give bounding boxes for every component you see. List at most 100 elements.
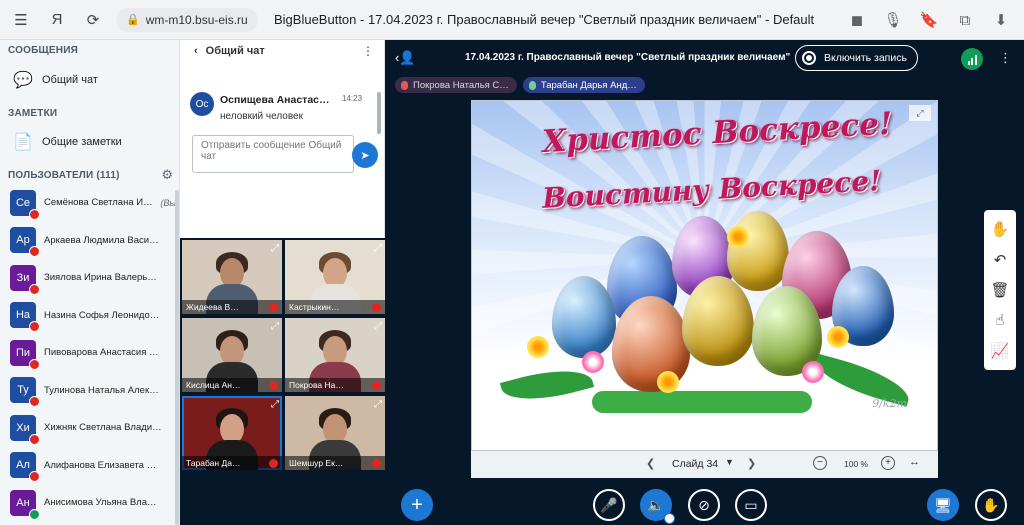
chat-input[interactable]: [192, 135, 354, 173]
user-name: Тулинова Наталья Александров…: [44, 384, 162, 396]
address-bar[interactable]: 🔒 wm-m10.bsu-eis.ru: [116, 7, 258, 32]
user-list-item[interactable]: Ар Аркаева Людмила Васильевна: [0, 222, 179, 260]
trash-icon[interactable]: 🗑: [986, 277, 1014, 303]
fullscreen-icon[interactable]: ⤢: [374, 243, 382, 254]
video-label: Тарабан Да…: [182, 456, 282, 470]
user-name: Назина Софья Леонидовна: [44, 309, 162, 321]
video-tile[interactable]: ⤢ Кастрыкин…: [285, 240, 385, 314]
user-list-panel: СООБЩЕНИЯ 💬 Общий чат ЗАМЕТКИ 📄 Общие за…: [0, 40, 180, 525]
mic-on-icon: [29, 508, 40, 520]
gear-icon[interactable]: ⚙: [161, 167, 173, 183]
screenshare-button[interactable]: ▭: [735, 489, 767, 521]
multi-user-icon[interactable]: ☝: [986, 307, 1014, 333]
more-icon[interactable]: ⋮: [999, 50, 1012, 66]
raise-hand-button[interactable]: ✋: [975, 489, 1007, 521]
page-title: BigBlueButton - 17.04.2023 г. Православн…: [274, 12, 815, 27]
fullscreen-icon[interactable]: ⤢: [374, 399, 382, 410]
microphone-icon: [401, 80, 408, 90]
talker-name: Покрова Наталья С…: [413, 79, 509, 91]
participant-name: Жидеева В…: [186, 302, 239, 312]
audio-button[interactable]: 🔈: [640, 489, 675, 524]
video-tile[interactable]: ⤢ Жидеева В…: [182, 240, 282, 314]
camera-off-icon: ⊘: [698, 496, 710, 513]
sidebar-item-shared-notes[interactable]: 📄 Общие заметки: [0, 127, 179, 157]
messages-title: СООБЩЕНИЯ: [8, 45, 78, 56]
user-name: Хижняк Светлана Владимиров…: [44, 422, 162, 434]
mic-muted-icon: [29, 321, 40, 333]
extensions-icon[interactable]: ⧉: [954, 9, 976, 31]
yandex-icon[interactable]: Я: [46, 9, 68, 31]
raise-hand-icon: ✋: [982, 496, 1000, 513]
user-list-item[interactable]: Се Семёнова Светлана Иван… (Вы): [0, 184, 179, 222]
camera-button[interactable]: ⊘: [688, 489, 720, 521]
avatar: Ар: [10, 227, 40, 258]
fit-width-button[interactable]: ↔: [909, 456, 920, 468]
chevron-left-icon[interactable]: ‹: [194, 45, 198, 57]
user-list-toggle-icon[interactable]: ‹👤: [395, 50, 416, 66]
user-list-item[interactable]: Ал Алифанова Елизавета Сергее…: [0, 447, 179, 485]
connection-status-icon[interactable]: [961, 48, 983, 70]
fullscreen-icon[interactable]: ⤢: [374, 321, 382, 332]
zoom-out-button[interactable]: −: [813, 456, 827, 470]
sidebar-item-public-chat[interactable]: 💬 Общий чат: [0, 65, 179, 95]
zoom-in-button[interactable]: +: [881, 456, 895, 470]
avatar-initials: Се: [15, 196, 31, 209]
fullscreen-icon[interactable]: ⤢: [271, 399, 279, 410]
microphone-icon[interactable]: 🎙: [882, 9, 904, 31]
user-list-item[interactable]: На Назина Софья Леонидовна: [0, 297, 179, 335]
undo-icon[interactable]: ↶: [986, 247, 1014, 273]
avatar: Хи: [10, 414, 40, 445]
record-button[interactable]: Включить запись: [795, 45, 918, 71]
url-text: wm-m10.bsu-eis.ru: [145, 12, 248, 27]
reload-icon[interactable]: ⟳: [82, 9, 104, 31]
slide-controls: ❮ Слайд 34 ▼ ❯ − 100 % + ↔: [471, 451, 938, 478]
chat-header[interactable]: ‹ Общий чат: [180, 40, 384, 62]
send-button[interactable]: ➤: [352, 142, 378, 168]
more-icon[interactable]: ⋮: [362, 44, 374, 58]
actions-button[interactable]: +: [401, 489, 433, 521]
fullscreen-icon[interactable]: ⤢: [909, 105, 931, 121]
chat-title: Общий чат: [205, 45, 265, 57]
mute-button[interactable]: 🎤: [593, 489, 625, 521]
camera-icon[interactable]: ◼: [846, 9, 868, 31]
video-tile[interactable]: ⤢ Тарабан Да…: [182, 396, 282, 470]
public-chat-label: Общий чат: [42, 74, 98, 86]
user-list-item[interactable]: Пи Пивоварова Анастасия Сергее…: [0, 334, 179, 372]
record-icon: [802, 51, 816, 65]
hand-icon[interactable]: ✋: [986, 216, 1014, 242]
user-list-item[interactable]: Хи Хижняк Светлана Владимиров…: [0, 409, 179, 447]
presentation-toggle-button[interactable]: 🖥: [927, 489, 959, 521]
slide-number[interactable]: Слайд 34: [672, 458, 718, 470]
scrollbar[interactable]: [175, 190, 179, 525]
talking-indicator: Покрова Наталья С… Тарабан Дарья Анд…: [395, 77, 645, 93]
video-tile[interactable]: ⤢ Покрова На…: [285, 318, 385, 392]
next-slide-button[interactable]: ❯: [747, 457, 756, 470]
bookmark-icon[interactable]: 🔖: [918, 9, 940, 31]
chevron-down-icon[interactable]: ▼: [725, 457, 734, 467]
fullscreen-icon[interactable]: ⤢: [271, 243, 279, 254]
record-label: Включить запись: [824, 52, 907, 64]
user-name: Зиялова Ирина Валерьевна: [44, 272, 162, 284]
mic-muted-icon: [372, 302, 381, 312]
participant-name: Тарабан Да…: [186, 458, 241, 468]
user-name: Аркаева Людмила Васильевна: [44, 234, 162, 246]
message-text: неловкий человек: [220, 111, 303, 122]
action-bar: + 🎤 🔈 ⊘ ▭ 🖥 ✋: [385, 485, 1024, 525]
menu-icon[interactable]: ☰: [10, 9, 32, 31]
notes-title: ЗАМЕТКИ: [8, 108, 58, 119]
download-icon[interactable]: ⬇: [990, 9, 1012, 31]
talker-pill[interactable]: Тарабан Дарья Анд…: [522, 77, 645, 93]
chat-scrollbar[interactable]: [377, 92, 381, 134]
user-list-item[interactable]: Ту Тулинова Наталья Александров…: [0, 372, 179, 410]
talker-pill[interactable]: Покрова Наталья С…: [395, 77, 517, 93]
user-list-item[interactable]: Зи Зиялова Ирина Валерьевна: [0, 259, 179, 297]
video-tile[interactable]: ⤢ Шемшур Ек…: [285, 396, 385, 470]
user-list: Се Семёнова Светлана Иван… (Вы) Ар Аркаева Л…: [0, 184, 179, 522]
participant-name: Покрова На…: [289, 380, 344, 390]
video-tile[interactable]: ⤢ Кислица Ан…: [182, 318, 282, 392]
whiteboard-icon[interactable]: 📈: [986, 338, 1014, 364]
previous-slide-button[interactable]: ❮: [646, 457, 655, 470]
user-list-item[interactable]: Ан Анисимова Ульяна Владимиров…: [0, 484, 179, 522]
fullscreen-icon[interactable]: ⤢: [271, 321, 279, 332]
mic-muted-icon: [29, 433, 40, 445]
